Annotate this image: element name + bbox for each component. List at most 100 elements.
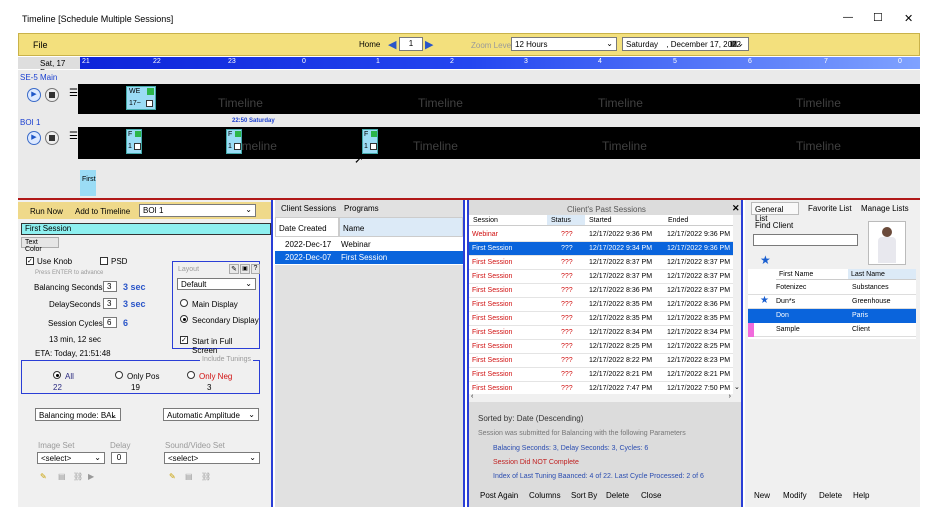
page-number-input[interactable]: 1 <box>399 37 423 51</box>
balancing-mode-select[interactable]: Balancing mode: BAL ⌄ <box>35 408 121 421</box>
psd-checkbox[interactable] <box>100 257 108 265</box>
table-row[interactable]: Fotenizec Substances <box>748 281 916 295</box>
minimize-button[interactable]: — <box>843 12 853 23</box>
table-row[interactable]: Webinar??? 12/17/2022 9:36 PM 12/17/2022 9… <box>469 228 733 242</box>
horizontal-scrollbar[interactable]: ‹ › <box>469 393 733 402</box>
table-row[interactable]: First Session??? 12/17/2022 8:35 PM 12/17/… <box>469 312 733 326</box>
table-row[interactable]: First Session??? 12/17/2022 8:22 PM 12/17/… <box>469 354 733 368</box>
link-icon[interactable]: ⛓ <box>201 472 211 481</box>
edit-icon[interactable]: ✎ <box>40 472 47 481</box>
col-status[interactable]: Status <box>547 215 585 226</box>
col-first-name[interactable]: First Name <box>776 269 848 280</box>
file-menu[interactable]: File <box>33 40 48 50</box>
table-row[interactable]: First Session??? 12/17/2022 8:35 PM 12/17/… <box>469 298 733 312</box>
help-button[interactable]: Help <box>853 491 869 500</box>
table-row[interactable]: First Session??? 12/17/2022 8:37 PM 12/17/… <box>469 256 733 270</box>
sort-by-button[interactable]: Sort By <box>571 491 597 500</box>
col-name[interactable]: Name <box>339 217 463 237</box>
next-arrow-icon[interactable]: ▶ <box>425 38 433 51</box>
post-again-button[interactable]: Post Again <box>480 491 518 500</box>
layout-select[interactable]: Default ⌄ <box>177 278 256 290</box>
play-icon[interactable]: ▶ <box>27 131 41 145</box>
text-color-button[interactable]: Text Color <box>21 237 59 253</box>
modify-client-button[interactable]: Modify <box>783 491 807 500</box>
sound-set-select[interactable]: <select> ⌄ <box>164 452 260 464</box>
pos-radio[interactable] <box>115 371 123 379</box>
close-icon[interactable]: ✕ <box>732 203 740 214</box>
neg-radio[interactable] <box>187 371 195 379</box>
main-display-radio[interactable] <box>180 299 188 307</box>
chart-icon[interactable]: ▤ <box>185 472 193 481</box>
session-block[interactable]: F 1 <box>226 129 242 154</box>
date-picker[interactable]: Saturday , December 17, 2022 ▦⌄ <box>622 37 749 51</box>
col-last-name[interactable]: Last Name <box>848 269 916 280</box>
use-knob-checkbox[interactable]: ✓ <box>26 257 34 265</box>
tab-favorite-list[interactable]: Favorite List <box>808 204 852 213</box>
amplitude-select[interactable]: Automatic Amplitude ⌄ <box>163 408 259 421</box>
scroll-right-icon[interactable]: › <box>729 393 731 400</box>
table-row[interactable]: First Session??? 12/17/2022 8:37 PM 12/17/… <box>469 270 733 284</box>
menu-icon[interactable]: ☰ <box>69 88 78 99</box>
table-row[interactable]: First Session??? 12/17/2022 8:36 PM 12/17/… <box>469 284 733 298</box>
table-row[interactable]: Sample Client <box>748 323 916 337</box>
grid-icon[interactable]: ▣ <box>240 264 250 274</box>
session-block[interactable]: F 1 <box>126 129 142 154</box>
tab-general-list[interactable]: General List <box>751 202 799 223</box>
run-now-button[interactable]: Run Now <box>30 207 63 216</box>
table-row[interactable]: ★ Dun*s Greenhouse <box>748 295 916 309</box>
table-row[interactable]: First Session??? 12/17/2022 8:34 PM 12/17/… <box>469 326 733 340</box>
secondary-display-radio[interactable] <box>180 315 188 323</box>
fullscreen-checkbox[interactable]: ✓ <box>180 336 188 344</box>
stop-icon[interactable] <box>45 131 59 145</box>
prev-arrow-icon[interactable]: ◀ <box>388 38 396 51</box>
delete-client-button[interactable]: Delete <box>819 491 842 500</box>
table-row[interactable]: First Session??? 12/17/2022 9:34 PM 12/17/… <box>469 242 733 256</box>
scroll-left-icon[interactable]: ‹ <box>471 393 473 400</box>
menu-icon[interactable]: ☰ <box>69 131 78 142</box>
track-se5-main[interactable]: Timeline Timeline Timeline Timeline WE 1… <box>78 84 920 114</box>
session-name-field[interactable]: First Session <box>21 223 271 235</box>
session-block[interactable]: WE 17~ <box>126 86 156 110</box>
link-icon[interactable]: ⛓ <box>73 472 83 481</box>
close-window-button[interactable]: ✕ <box>904 12 913 25</box>
home-button[interactable]: Home <box>359 40 380 49</box>
tab-manage-lists[interactable]: Manage Lists <box>861 204 909 213</box>
col-session[interactable]: Session <box>469 215 547 226</box>
track-boi1[interactable]: Timeline Timeline Timeline Timeline F 1 … <box>78 127 920 159</box>
table-row[interactable]: Don Paris <box>748 309 916 323</box>
image-set-select[interactable]: <select> ⌄ <box>37 452 105 464</box>
balancing-input[interactable]: 3 <box>103 281 117 292</box>
bottom-strip-block[interactable]: First <box>80 170 96 196</box>
cycles-input[interactable]: 6 <box>103 317 117 328</box>
table-row[interactable]: First Session??? 12/17/2022 8:25 PM 12/17/… <box>469 340 733 354</box>
col-date-created[interactable]: Date Created <box>275 217 339 237</box>
tab-client-sessions[interactable]: Client Sessions <box>281 204 336 213</box>
star-icon[interactable]: ★ <box>760 253 771 267</box>
play-media-icon[interactable]: ▶ <box>88 472 94 481</box>
help-icon[interactable]: ? <box>251 264 260 274</box>
maximize-button[interactable]: ☐ <box>873 11 883 24</box>
device-select[interactable]: BOI 1 ⌄ <box>139 204 256 217</box>
col-started[interactable]: Started <box>585 215 664 226</box>
tab-programs[interactable]: Programs <box>344 204 379 213</box>
pencil-icon[interactable]: ✎ <box>229 264 239 274</box>
table-row[interactable]: 2022-Dec-07 First Session <box>275 251 463 264</box>
chart-icon[interactable]: ▤ <box>58 472 66 481</box>
add-to-timeline-button[interactable]: Add to Timeline <box>75 207 130 216</box>
table-row[interactable]: First Session??? 12/17/2022 8:21 PM 12/17/… <box>469 368 733 382</box>
table-row[interactable]: 2022-Dec-17 Webinar <box>275 238 463 251</box>
all-radio[interactable] <box>53 371 61 379</box>
delay-input-2[interactable]: 0 <box>111 452 127 464</box>
session-block[interactable]: F 1 <box>362 129 378 154</box>
delay-input[interactable]: 3 <box>103 298 117 309</box>
zoom-level-select[interactable]: 12 Hours ⌄ <box>511 37 617 51</box>
close-button[interactable]: Close <box>641 491 661 500</box>
stop-icon[interactable] <box>45 88 59 102</box>
play-icon[interactable]: ▶ <box>27 88 41 102</box>
scroll-down-icon[interactable]: ⌄ <box>734 383 740 391</box>
find-client-input[interactable] <box>753 234 858 246</box>
edit-icon[interactable]: ✎ <box>169 472 176 481</box>
new-client-button[interactable]: New <box>754 491 770 500</box>
columns-button[interactable]: Columns <box>529 491 561 500</box>
col-ended[interactable]: Ended <box>664 215 741 226</box>
